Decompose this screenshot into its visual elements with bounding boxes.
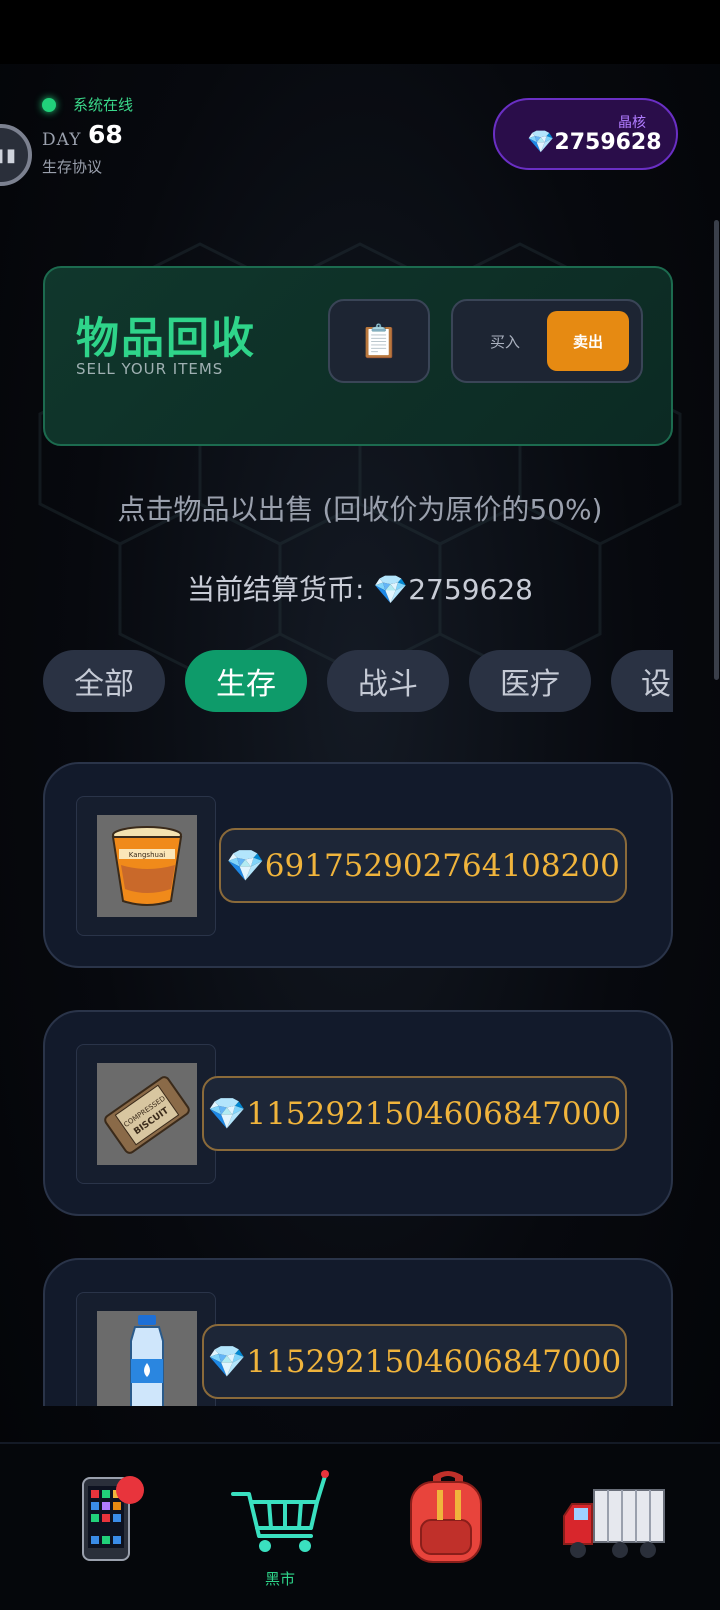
tab-combat[interactable]: 战斗 (327, 650, 449, 712)
menu-toggle-button[interactable]: ▮▮ (0, 124, 32, 186)
tab-settings[interactable]: 设 (611, 650, 673, 712)
scrollbar[interactable] (714, 220, 719, 680)
nav-black-market[interactable]: 黑市 (225, 1466, 335, 1588)
item-price: 💎1152921504606847000 (202, 1076, 627, 1151)
header: ▮▮ 系统在线 DAY 68 生存协议 晶核 💎2759628 (0, 64, 720, 214)
app-screen: ▮▮ 系统在线 DAY 68 生存协议 晶核 💎2759628 物品回收 SEL… (0, 64, 720, 1610)
svg-text:Kangshuai: Kangshuai (129, 851, 165, 859)
crystal-label: 晶核 (618, 115, 646, 131)
online-status-text: 系统在线 (73, 96, 134, 114)
list-item[interactable]: 💎1152921504606847000 (43, 1258, 673, 1406)
item-list: Kangshuai 💎691752902764108200 COMPRESSED (43, 762, 673, 1406)
buy-sell-toggle: 买入 卖出 (451, 299, 643, 383)
clipboard-button[interactable]: 📋 (328, 299, 430, 383)
tab-survival[interactable]: 生存 (185, 650, 307, 712)
panel-subtitle: SELL YOUR ITEMS (76, 360, 224, 378)
notification-badge (116, 1476, 144, 1504)
list-item[interactable]: Kangshuai 💎691752902764108200 (43, 762, 673, 968)
crystal-value: 💎2759628 (527, 130, 662, 155)
protocol-label: 生存协议 (42, 158, 103, 176)
category-tabs: 全部 生存 战斗 医疗 设 (43, 650, 673, 712)
item-price: 💎1152921504606847000 (202, 1324, 627, 1399)
nav-label-black-market: 黑市 (264, 1570, 295, 1588)
panel-title: 物品回收 (76, 314, 256, 364)
status-bar (0, 0, 720, 64)
nav-phone[interactable] (55, 1466, 165, 1586)
bottom-nav: 黑市 (0, 1442, 720, 1610)
item-thumbnail-frame: Kangshuai (76, 796, 216, 936)
sell-tab[interactable]: 卖出 (547, 311, 629, 371)
phone-icon (82, 1477, 130, 1561)
noodle-cup-icon: Kangshuai (97, 815, 197, 917)
nav-backpack[interactable] (393, 1466, 503, 1586)
item-price: 💎691752902764108200 (219, 828, 627, 903)
tab-all[interactable]: 全部 (43, 650, 165, 712)
biscuit-pack-icon: COMPRESSED BISCUIT (97, 1063, 197, 1165)
truck-icon (563, 1489, 665, 1558)
shopping-cart-icon (231, 1470, 329, 1552)
water-bottle-icon (97, 1311, 197, 1406)
buy-tab[interactable]: 买入 (465, 311, 545, 371)
item-thumbnail-frame (76, 1292, 216, 1406)
recycle-panel: 物品回收 SELL YOUR ITEMS 📋 买入 卖出 (43, 266, 673, 446)
pause-icon: ▮▮ (0, 144, 18, 166)
list-item[interactable]: COMPRESSED BISCUIT 💎1152921504606847000 (43, 1010, 673, 1216)
crystal-balance-pill[interactable]: 晶核 💎2759628 (493, 98, 678, 170)
backpack-icon (410, 1471, 482, 1563)
clipboard-icon: 📋 (359, 322, 399, 360)
tab-medical[interactable]: 医疗 (469, 650, 591, 712)
item-thumbnail-frame: COMPRESSED BISCUIT (76, 1044, 216, 1184)
day-number: 68 (88, 120, 123, 149)
nav-truck[interactable] (560, 1466, 670, 1586)
online-status-dot (42, 98, 56, 112)
sell-hint: 点击物品以出售 (回收价为原价的50%) (117, 493, 603, 526)
day-label: DAY (42, 130, 82, 150)
current-currency: 当前结算货币: 💎2759628 (187, 573, 533, 606)
